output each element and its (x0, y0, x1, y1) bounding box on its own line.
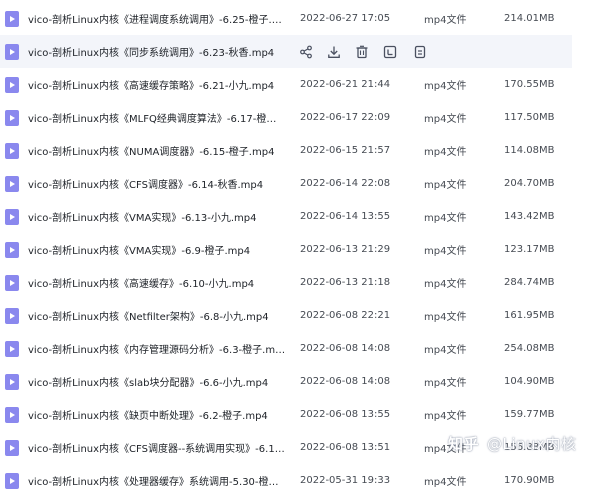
file-name[interactable]: vico-剖析Linux内核《CFS调度器》-6.14-秋香.mp4 (28, 176, 286, 191)
file-name[interactable]: vico-剖析Linux内核《高速缓存策略》-6.21-小九.mp4 (28, 77, 286, 92)
file-size: 143.42MB (504, 211, 555, 222)
share-icon[interactable] (299, 44, 313, 59)
video-file-icon (5, 76, 19, 93)
file-name[interactable]: vico-剖析Linux内核《处理器缓存》系统调用-5.30-橙子.... (28, 473, 286, 488)
file-type: mp4文件 (424, 411, 467, 422)
file-date: 2022-06-17 22:09 (300, 112, 391, 123)
file-size: 170.55MB (504, 79, 555, 90)
more-icon[interactable] (413, 44, 427, 59)
video-file-icon (5, 208, 19, 225)
file-row[interactable]: vico-剖析Linux内核《缺页中断处理》-6.2-橙子.mp4 2022-06… (0, 398, 600, 431)
file-row[interactable]: vico-剖析Linux内核《slab块分配器》-6.6-小九.mp4 2022-… (0, 365, 600, 398)
file-date: 2022-06-13 21:29 (300, 244, 391, 255)
file-name[interactable]: vico-剖析Linux内核《VMA实现》-6.13-小九.mp4 (28, 209, 286, 224)
file-date: 2022-06-08 13:51 (300, 442, 391, 453)
file-name[interactable]: vico-剖析Linux内核《内存管理源码分析》-6.3-橙子.mp4 (28, 341, 286, 356)
file-date: 2022-06-14 13:55 (300, 211, 391, 222)
video-file-icon (5, 373, 19, 390)
file-type: mp4文件 (424, 147, 467, 158)
file-name[interactable]: vico-剖析Linux内核《NUMA调度器》-6.15-橙子.mp4 (28, 143, 286, 158)
file-name[interactable]: vico-剖析Linux内核《slab块分配器》-6.6-小九.mp4 (28, 374, 286, 389)
file-date: 2022-06-27 17:05 (300, 13, 391, 24)
video-file-icon (5, 241, 19, 258)
video-file-icon (5, 307, 19, 324)
file-type: mp4文件 (424, 114, 467, 125)
file-size: 104.90MB (504, 376, 555, 387)
file-size: 254.08MB (504, 343, 555, 354)
file-name[interactable]: vico-剖析Linux内核《同步系统调用》-6.23-秋香.mp4 (28, 44, 286, 59)
file-size: 214.01MB (504, 13, 555, 24)
video-file-icon (5, 472, 19, 489)
file-size: 284.74MB (504, 277, 555, 288)
file-row[interactable]: vico-剖析Linux内核《同步系统调用》-6.23-秋香.mp4 (0, 35, 572, 68)
file-type: mp4文件 (424, 213, 467, 224)
file-row[interactable]: vico-剖析Linux内核《NUMA调度器》-6.15-橙子.mp4 2022-… (0, 134, 600, 167)
file-type: mp4文件 (424, 81, 467, 92)
file-type: mp4文件 (424, 15, 467, 26)
file-date: 2022-06-08 14:08 (300, 376, 391, 387)
file-type: mp4文件 (424, 279, 467, 290)
video-file-icon (5, 10, 19, 27)
file-date: 2022-06-15 21:57 (300, 145, 391, 156)
file-name[interactable]: vico-剖析Linux内核《MLFQ经典调度算法》-6.17-橙子.... (28, 110, 286, 125)
file-date: 2022-06-21 21:44 (300, 79, 391, 90)
file-type: mp4文件 (424, 246, 467, 257)
file-row[interactable]: vico-剖析Linux内核《高速缓存策略》-6.21-小九.mp4 2022-0… (0, 68, 600, 101)
file-size: 123.17MB (504, 244, 555, 255)
file-size: 170.90MB (504, 475, 555, 486)
file-name[interactable]: vico-剖析Linux内核《高速缓存》-6.10-小九.mp4 (28, 275, 286, 290)
file-date: 2022-05-31 19:33 (300, 475, 391, 486)
video-file-icon (5, 175, 19, 192)
file-row[interactable]: vico-剖析Linux内核《VMA实现》-6.9-橙子.mp4 2022-06-… (0, 233, 600, 266)
file-size: 204.70MB (504, 178, 555, 189)
file-row[interactable]: vico-剖析Linux内核《高速缓存》-6.10-小九.mp4 2022-06-… (0, 266, 600, 299)
video-file-icon (5, 109, 19, 126)
file-name[interactable]: vico-剖析Linux内核《缺页中断处理》-6.2-橙子.mp4 (28, 407, 286, 422)
file-type: mp4文件 (424, 345, 467, 356)
video-file-icon (5, 439, 19, 456)
file-size: 159.77MB (504, 409, 555, 420)
file-row[interactable]: vico-剖析Linux内核《Netfilter架构》-6.8-小九.mp4 20… (0, 299, 600, 332)
file-date: 2022-06-14 22:08 (300, 178, 391, 189)
video-file-icon (5, 142, 19, 159)
file-name[interactable]: vico-剖析Linux内核《CFS调度器--系统调用实现》-6.1-... (28, 440, 286, 455)
video-file-icon (5, 43, 19, 60)
file-type: mp4文件 (424, 378, 467, 389)
file-date: 2022-06-13 21:18 (300, 277, 391, 288)
watermark-handle: @Linux内核 (487, 435, 577, 453)
file-type: mp4文件 (424, 477, 467, 488)
file-type: mp4文件 (424, 180, 467, 191)
file-row[interactable]: vico-剖析Linux内核《处理器缓存》系统调用-5.30-橙子.... 202… (0, 464, 600, 497)
file-date: 2022-06-08 13:55 (300, 409, 391, 420)
file-row[interactable]: vico-剖析Linux内核《CFS调度器》-6.14-秋香.mp4 2022-0… (0, 167, 600, 200)
file-name[interactable]: vico-剖析Linux内核《Netfilter架构》-6.8-小九.mp4 (28, 308, 286, 323)
file-type: mp4文件 (424, 312, 467, 323)
download-icon[interactable] (327, 44, 341, 58)
zhihu-watermark: 知乎 @Linux内核 (448, 433, 576, 454)
file-row[interactable]: vico-剖析Linux内核《VMA实现》-6.13-小九.mp4 2022-06… (0, 200, 600, 233)
file-size: 161.95MB (504, 310, 555, 321)
file-name[interactable]: vico-剖析Linux内核《VMA实现》-6.9-橙子.mp4 (28, 242, 286, 257)
file-row[interactable]: vico-剖析Linux内核《进程调度系统调用》-6.25-橙子.mp4 2022… (0, 2, 600, 35)
watermark-brand: 知乎 (448, 435, 480, 453)
file-name[interactable]: vico-剖析Linux内核《进程调度系统调用》-6.25-橙子.mp4 (28, 11, 286, 26)
video-file-icon (5, 340, 19, 357)
file-size: 114.08MB (504, 145, 555, 156)
rename-icon[interactable] (383, 44, 397, 59)
file-row[interactable]: vico-剖析Linux内核《MLFQ经典调度算法》-6.17-橙子.... 20… (0, 101, 600, 134)
video-file-icon (5, 274, 19, 291)
video-file-icon (5, 406, 19, 423)
file-date: 2022-06-08 14:08 (300, 343, 391, 354)
file-size: 117.50MB (504, 112, 555, 123)
file-row[interactable]: vico-剖析Linux内核《内存管理源码分析》-6.3-橙子.mp4 2022-… (0, 332, 600, 365)
delete-icon[interactable] (355, 44, 369, 59)
file-date: 2022-06-08 22:21 (300, 310, 391, 321)
